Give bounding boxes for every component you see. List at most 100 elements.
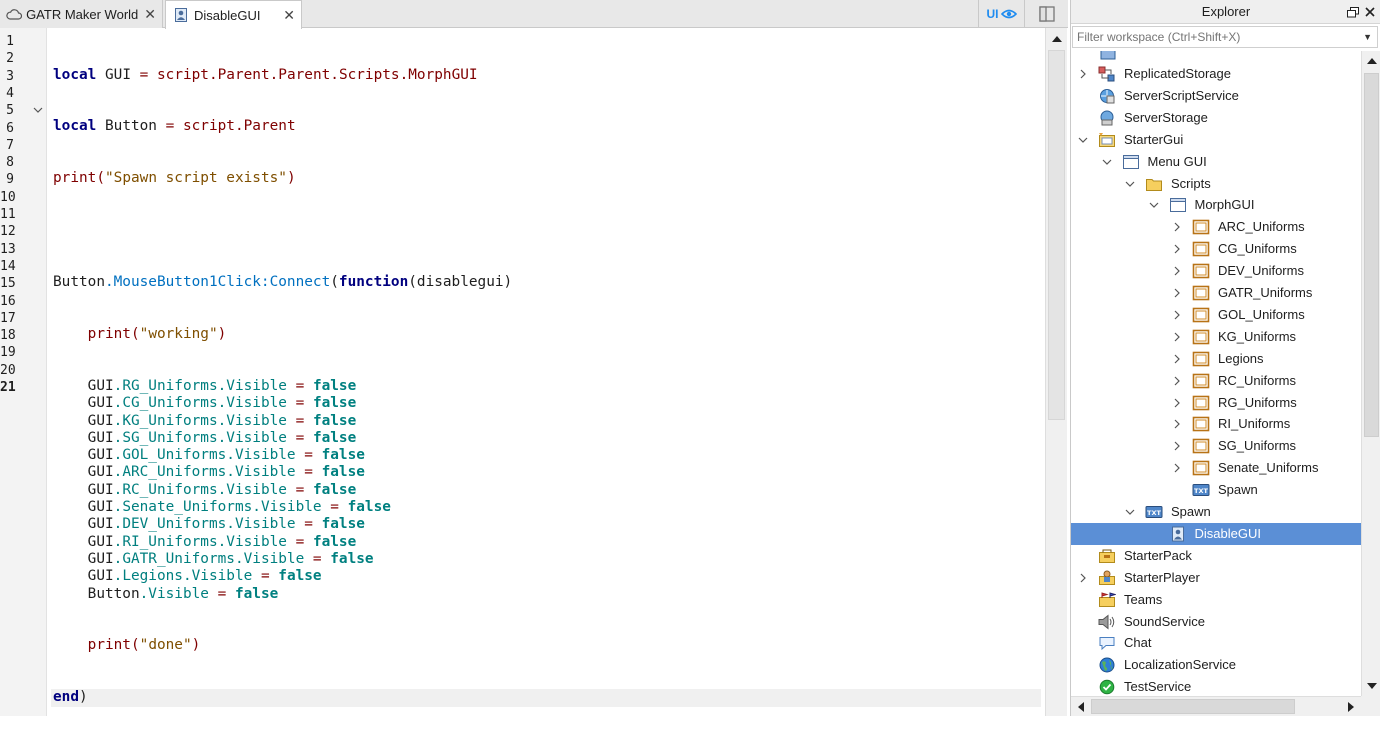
tree-item-disablegui[interactable]: DisableGUI — [1071, 522, 1361, 545]
tree-item-label: Teams — [1124, 591, 1163, 607]
close-icon[interactable]: ✕ — [144, 7, 156, 21]
tree-item-rg-uniforms[interactable]: RG_Uniforms — [1071, 392, 1361, 414]
scrollbar-thumb[interactable] — [1364, 73, 1379, 437]
explorer-vertical-scrollbar[interactable] — [1361, 51, 1380, 696]
chevron-right-icon[interactable] — [1077, 63, 1089, 85]
tree-item-kg-uniforms[interactable]: KG_Uniforms — [1071, 326, 1361, 348]
local-script-icon — [1169, 526, 1187, 542]
tree-item-testservice[interactable]: TestService — [1071, 676, 1361, 696]
scrollbar-thumb[interactable] — [1048, 50, 1065, 420]
close-icon[interactable] — [1365, 7, 1375, 17]
scrollbar-thumb[interactable] — [1091, 699, 1295, 714]
frame-icon — [1192, 329, 1210, 345]
tree-item-starterpack[interactable]: StarterPack — [1071, 545, 1361, 567]
chevron-right-icon[interactable] — [1077, 567, 1089, 589]
close-icon[interactable]: ✕ — [283, 8, 295, 22]
tab-gatr-maker-world[interactable]: GATR Maker World ✕ — [0, 0, 163, 28]
explorer-horizontal-scrollbar[interactable] — [1071, 696, 1361, 716]
tab-disablegui[interactable]: DisableGUI ✕ — [165, 0, 302, 29]
tree-item-teams[interactable]: Teams — [1071, 589, 1361, 611]
tree-item-menu-gui[interactable]: Menu GUI — [1071, 151, 1361, 173]
tree-item-spawn[interactable]: TXT Spawn — [1071, 479, 1361, 501]
code-line-20: print("done") — [87, 637, 201, 654]
chevron-right-icon[interactable] — [1171, 348, 1183, 370]
line-number: 18 — [0, 328, 16, 344]
frame-icon — [1192, 416, 1210, 432]
line-number: 21 — [0, 380, 16, 395]
tree-item-arc-uniforms[interactable]: ARC_Uniforms — [1071, 216, 1361, 238]
tree-item-legions[interactable]: Legions — [1071, 348, 1361, 370]
chevron-right-icon[interactable] — [1171, 282, 1183, 304]
chevron-right-icon[interactable] — [1171, 370, 1183, 392]
tree-item-replicatedstorage[interactable]: ReplicatedStorage — [1071, 63, 1361, 85]
chevron-right-icon[interactable] — [1171, 457, 1183, 479]
split-view-button[interactable] — [1024, 0, 1068, 28]
tree-item-dev-uniforms[interactable]: DEV_Uniforms — [1071, 260, 1361, 282]
chevron-right-icon[interactable] — [1171, 260, 1183, 282]
tree-item-scripts[interactable]: Scripts — [1071, 173, 1361, 195]
explorer-filter-input-wrapper[interactable]: ▼ — [1072, 26, 1378, 48]
tree-item-label: SG_Uniforms — [1218, 438, 1297, 454]
code-line-17: GUI.GATR_Uniforms.Visible = false — [87, 550, 374, 567]
teams-icon — [1098, 591, 1116, 608]
chevron-down-icon[interactable] — [1124, 173, 1136, 195]
tree-item-senate-uniforms[interactable]: Senate_Uniforms — [1071, 457, 1361, 479]
chat-icon — [1098, 635, 1116, 651]
scroll-down-arrow-icon[interactable] — [1362, 676, 1380, 696]
explorer-panel: Explorer ▼ ReplicatedStorage ServerScript… — [1070, 0, 1380, 716]
line-number: 11 — [0, 207, 16, 222]
tree-item-chat[interactable]: Chat — [1071, 632, 1361, 654]
scroll-up-arrow-icon[interactable] — [1046, 28, 1068, 50]
tree-item-label: Menu GUI — [1147, 153, 1207, 169]
line-number-gutter: 1 2 3 4 5 6 7 8 9 10 11 12 13 14 15 16 17 18 19 20 21 — [0, 28, 47, 716]
chevron-right-icon[interactable] — [1171, 413, 1183, 435]
scroll-up-arrow-icon[interactable] — [1362, 51, 1380, 71]
tree-item-ri-uniforms[interactable]: RI_Uniforms — [1071, 413, 1361, 435]
chevron-down-icon[interactable] — [1101, 151, 1113, 173]
undock-icon[interactable] — [1347, 6, 1359, 18]
dropdown-arrow-icon[interactable]: ▼ — [1363, 32, 1372, 42]
tree-item-localizationservice[interactable]: LocalizationService — [1071, 654, 1361, 676]
scroll-left-arrow-icon[interactable] — [1071, 697, 1091, 717]
ui-visibility-toggle[interactable]: UI — [978, 0, 1024, 28]
chevron-right-icon[interactable] — [1171, 392, 1183, 414]
scroll-right-arrow-icon[interactable] — [1341, 697, 1361, 717]
chevron-right-icon[interactable] — [1171, 326, 1183, 348]
tree-item-label: Legions — [1218, 350, 1264, 366]
tree-item-morphgui[interactable]: MorphGUI — [1071, 194, 1361, 216]
chevron-down-icon[interactable] — [1148, 194, 1160, 216]
tree-item-rc-uniforms[interactable]: RC_Uniforms — [1071, 370, 1361, 392]
fold-toggle-icon[interactable] — [33, 102, 43, 119]
tree-item-starterplayer[interactable]: StarterPlayer — [1071, 567, 1361, 589]
tree-item-startergui[interactable]: StarterGui — [1071, 129, 1361, 151]
tree-item-serverstorage[interactable]: ServerStorage — [1071, 107, 1361, 129]
code-area[interactable]: local GUI = script.Parent.Parent.Scripts… — [51, 32, 1043, 741]
chevron-right-icon[interactable] — [1171, 216, 1183, 238]
chevron-right-icon[interactable] — [1171, 435, 1183, 457]
tree-item-label: ServerStorage — [1124, 109, 1208, 125]
screen-gui-icon — [1122, 154, 1140, 170]
tree-item-gatr-uniforms[interactable]: GATR_Uniforms — [1071, 282, 1361, 304]
tree-item-label: ARC_Uniforms — [1218, 219, 1305, 235]
editor-vertical-scrollbar[interactable] — [1045, 28, 1067, 716]
ui-label: UI — [986, 7, 999, 21]
tree-item-sg-uniforms[interactable]: SG_Uniforms — [1071, 435, 1361, 457]
local-script-icon — [172, 6, 190, 24]
explorer-filter-input[interactable] — [1073, 27, 1353, 47]
tree-item-spawn[interactable]: TXT Spawn — [1071, 501, 1361, 523]
chevron-right-icon[interactable] — [1171, 304, 1183, 326]
explorer-title: Explorer — [1201, 4, 1251, 19]
chevron-down-icon[interactable] — [1077, 129, 1089, 151]
tree-item-gol-uniforms[interactable]: GOL_Uniforms — [1071, 304, 1361, 326]
chevron-right-icon[interactable] — [1171, 238, 1183, 260]
code-line-21: end) — [51, 689, 1041, 707]
chevron-down-icon[interactable] — [1124, 501, 1136, 523]
tree-item-cg-uniforms[interactable]: CG_Uniforms — [1071, 238, 1361, 260]
code-line-16: GUI.RI_Uniforms.Visible = false — [87, 533, 357, 550]
script-editor-pane: GATR Maker World ✕ DisableGUI ✕ UI 12345… — [0, 0, 1068, 716]
code-line-15: GUI.DEV_Uniforms.Visible = false — [87, 516, 365, 533]
tree-item-serverscriptservice[interactable]: ServerScriptService — [1071, 85, 1361, 107]
tree-item-label: ReplicatedStorage — [1124, 66, 1231, 81]
code-line-5: Button.MouseButton1Click:Connect(functio… — [53, 274, 513, 291]
tree-item-soundservice[interactable]: SoundService — [1071, 611, 1361, 633]
